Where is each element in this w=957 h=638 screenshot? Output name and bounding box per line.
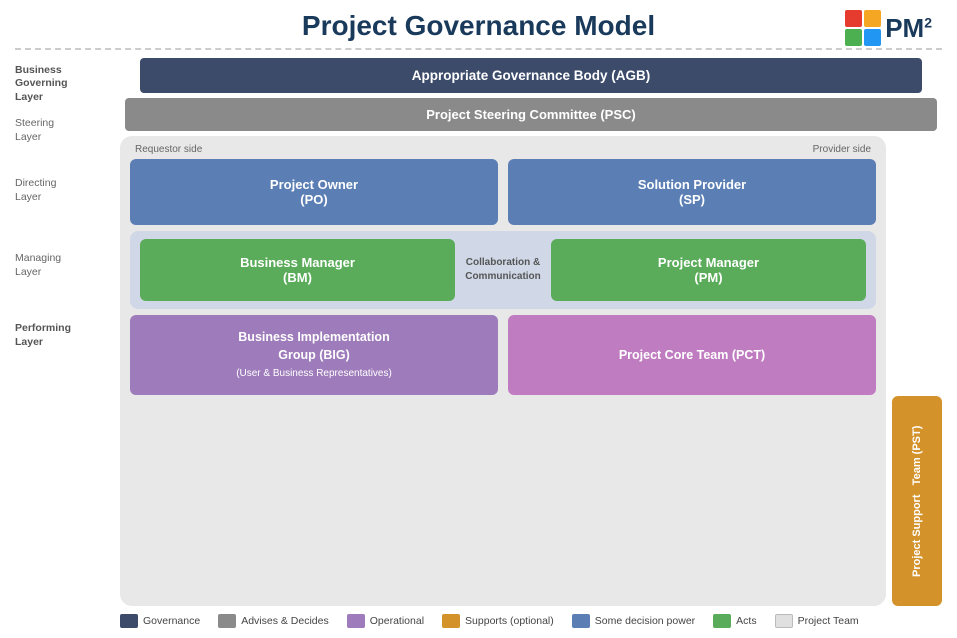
performing-layer-label: Performing Layer bbox=[15, 302, 112, 370]
big-box: Business Implementation Group (BIG) (Use… bbox=[130, 315, 498, 395]
legend-color-3 bbox=[442, 614, 460, 628]
legend-color-1 bbox=[218, 614, 236, 628]
legend-label-5: Acts bbox=[736, 615, 756, 627]
performing-row: Business Implementation Group (BIG) (Use… bbox=[130, 315, 876, 395]
page: Project Governance Model PM2 Business Go… bbox=[0, 0, 957, 638]
psc-box: Project Steering Committee (PSC) bbox=[125, 98, 937, 131]
business-layer-label: Business Governing Layer bbox=[15, 58, 112, 110]
legend-color-5 bbox=[713, 614, 731, 628]
big-container: Requestor side Provider side Project Own… bbox=[120, 136, 886, 606]
pm2-brand-icon bbox=[845, 10, 881, 46]
side-labels: Requestor side Provider side bbox=[130, 144, 876, 155]
managing-layer-label: Managing Layer bbox=[15, 230, 112, 302]
provider-side-label: Provider side bbox=[813, 144, 871, 155]
legend-item-6: Project Team bbox=[775, 614, 859, 628]
pst-column: Project Support Team (PST) bbox=[892, 136, 942, 606]
legend-item-1: Advises & Decides bbox=[218, 614, 329, 628]
main-content: Business Governing Layer Steering Layer … bbox=[15, 58, 942, 606]
legend-color-2 bbox=[347, 614, 365, 628]
legend-item-4: Some decision power bbox=[572, 614, 695, 628]
directing-layer-label: Directing Layer bbox=[15, 152, 112, 230]
header: Project Governance Model PM2 bbox=[15, 10, 942, 42]
directing-row: Project Owner (PO) Solution Provider (SP… bbox=[130, 159, 876, 225]
project-manager-box: Project Manager (PM) bbox=[551, 239, 866, 301]
pm2-label: PM2 bbox=[885, 13, 932, 44]
legend-item-2: Operational bbox=[347, 614, 424, 628]
legend-color-6 bbox=[775, 614, 793, 628]
legend-label-4: Some decision power bbox=[595, 615, 695, 627]
legend-item-5: Acts bbox=[713, 614, 756, 628]
legend-item-3: Supports (optional) bbox=[442, 614, 554, 628]
business-manager-box: Business Manager (BM) bbox=[140, 239, 455, 301]
managing-container: Business Manager (BM) Collaboration & Co… bbox=[130, 231, 876, 309]
legend-label-3: Supports (optional) bbox=[465, 615, 554, 627]
legend-label-0: Governance bbox=[143, 615, 200, 627]
diagram: Appropriate Governance Body (AGB) Projec… bbox=[120, 58, 942, 606]
legend-label-1: Advises & Decides bbox=[241, 615, 329, 627]
pm2-logo: PM2 bbox=[845, 10, 932, 46]
steering-layer-label: Steering Layer bbox=[15, 110, 112, 152]
requestor-side-label: Requestor side bbox=[135, 144, 202, 155]
legend-color-0 bbox=[120, 614, 138, 628]
project-owner-box: Project Owner (PO) bbox=[130, 159, 498, 225]
collaboration-text: Collaboration & Communication bbox=[463, 256, 543, 284]
agb-box: Appropriate Governance Body (AGB) bbox=[140, 58, 922, 93]
legend-color-4 bbox=[572, 614, 590, 628]
solution-provider-box: Solution Provider (SP) bbox=[508, 159, 876, 225]
legend-label-6: Project Team bbox=[798, 615, 859, 627]
legend: Governance Advises & Decides Operational Su… bbox=[15, 614, 942, 628]
pst-box: Project Support Team (PST) bbox=[892, 396, 942, 606]
pct-box: Project Core Team (PCT) bbox=[508, 315, 876, 395]
divider bbox=[15, 48, 942, 50]
page-title: Project Governance Model bbox=[302, 10, 655, 42]
legend-label-2: Operational bbox=[370, 615, 424, 627]
legend-item-0: Governance bbox=[120, 614, 200, 628]
layers-labels: Business Governing Layer Steering Layer … bbox=[15, 58, 120, 606]
